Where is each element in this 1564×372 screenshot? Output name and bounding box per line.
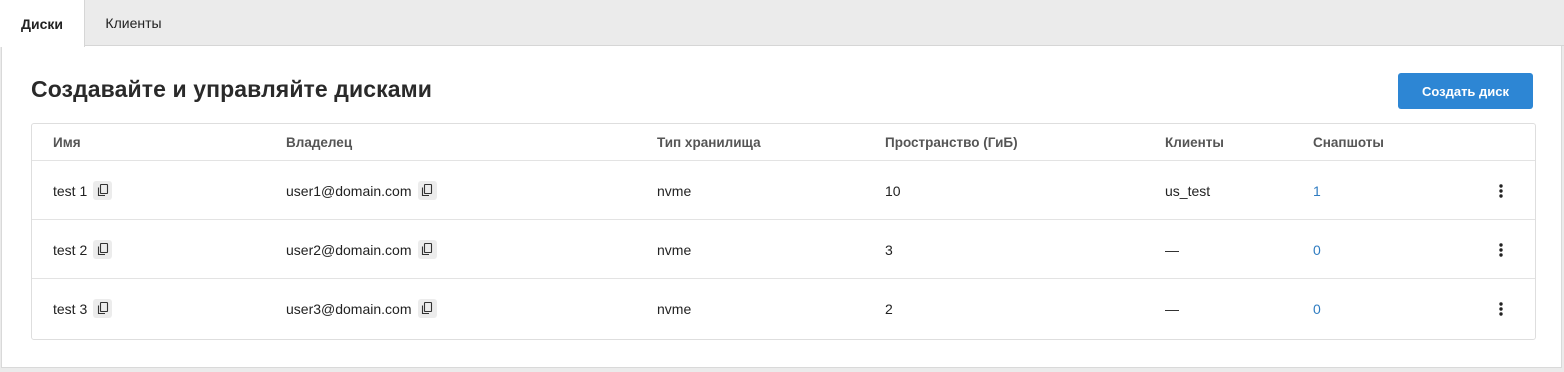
snapshots-link[interactable]: 0 bbox=[1313, 242, 1321, 258]
row-actions-cell bbox=[1492, 161, 1510, 220]
space-cell: 2 bbox=[885, 300, 893, 317]
snapshots-link[interactable]: 1 bbox=[1313, 183, 1321, 199]
column-header-snapshots: Снапшоты bbox=[1313, 135, 1384, 150]
storage-type-cell: nvme bbox=[657, 182, 692, 199]
copy-icon[interactable] bbox=[417, 181, 437, 200]
kebab-menu-icon[interactable] bbox=[1499, 301, 1503, 316]
row-actions-cell bbox=[1492, 220, 1510, 279]
table-row: test 3 user3@domain.com nvme 2 — 0 bbox=[32, 279, 1535, 338]
snapshots-cell: 0 bbox=[1313, 220, 1321, 279]
storage-type-cell: nvme bbox=[657, 241, 692, 258]
create-disk-button[interactable]: Создать диск bbox=[1398, 73, 1533, 109]
tab-disks[interactable]: Диски bbox=[0, 0, 85, 47]
tab-bar: Диски Клиенты bbox=[0, 0, 1564, 47]
owner-cell: user2@domain.com bbox=[286, 220, 437, 279]
table-row: test 2 user2@domain.com nvme 3 — 0 bbox=[32, 220, 1535, 279]
disk-name: test 3 bbox=[53, 300, 88, 317]
owner-cell: user1@domain.com bbox=[286, 161, 437, 220]
owner-email: user1@domain.com bbox=[286, 182, 412, 199]
column-header-owner: Владелец bbox=[286, 135, 353, 150]
row-actions-cell bbox=[1492, 279, 1510, 338]
table-header: Имя Владелец Тип хранилища Пространство … bbox=[32, 124, 1535, 161]
column-header-name: Имя bbox=[53, 135, 81, 150]
owner-cell: user3@domain.com bbox=[286, 279, 437, 338]
snapshots-link[interactable]: 0 bbox=[1313, 301, 1321, 317]
disk-name-cell: test 3 bbox=[53, 279, 113, 338]
clients-cell: us_test bbox=[1165, 182, 1211, 199]
storage-type-cell: nvme bbox=[657, 300, 692, 317]
table-row: test 1 user1@domain.com nvme 10 us_test … bbox=[32, 161, 1535, 220]
owner-email: user3@domain.com bbox=[286, 300, 412, 317]
disks-table: Имя Владелец Тип хранилища Пространство … bbox=[31, 123, 1536, 340]
clients-cell: — bbox=[1165, 300, 1179, 317]
space-cell: 3 bbox=[885, 241, 893, 258]
column-header-space: Пространство (ГиБ) bbox=[885, 135, 1018, 150]
copy-icon[interactable] bbox=[417, 299, 437, 318]
space-cell: 10 bbox=[885, 182, 901, 199]
copy-icon[interactable] bbox=[93, 299, 113, 318]
disk-name-cell: test 1 bbox=[53, 161, 113, 220]
disks-panel: Создавайте и управляйте дисками Создать … bbox=[1, 46, 1562, 368]
kebab-menu-icon[interactable] bbox=[1499, 183, 1503, 198]
disk-name-cell: test 2 bbox=[53, 220, 113, 279]
column-header-storage-type: Тип хранилища bbox=[657, 135, 761, 150]
snapshots-cell: 1 bbox=[1313, 161, 1321, 220]
page-title: Создавайте и управляйте дисками bbox=[31, 76, 432, 102]
snapshots-cell: 0 bbox=[1313, 279, 1321, 338]
owner-email: user2@domain.com bbox=[286, 241, 412, 258]
copy-icon[interactable] bbox=[417, 240, 437, 259]
disk-name: test 1 bbox=[53, 182, 88, 199]
copy-icon[interactable] bbox=[93, 240, 113, 259]
copy-icon[interactable] bbox=[93, 181, 113, 200]
kebab-menu-icon[interactable] bbox=[1499, 242, 1503, 257]
tab-clients[interactable]: Клиенты bbox=[85, 0, 182, 46]
disk-name: test 2 bbox=[53, 241, 88, 258]
clients-cell: — bbox=[1165, 241, 1179, 258]
column-header-clients: Клиенты bbox=[1165, 135, 1224, 150]
